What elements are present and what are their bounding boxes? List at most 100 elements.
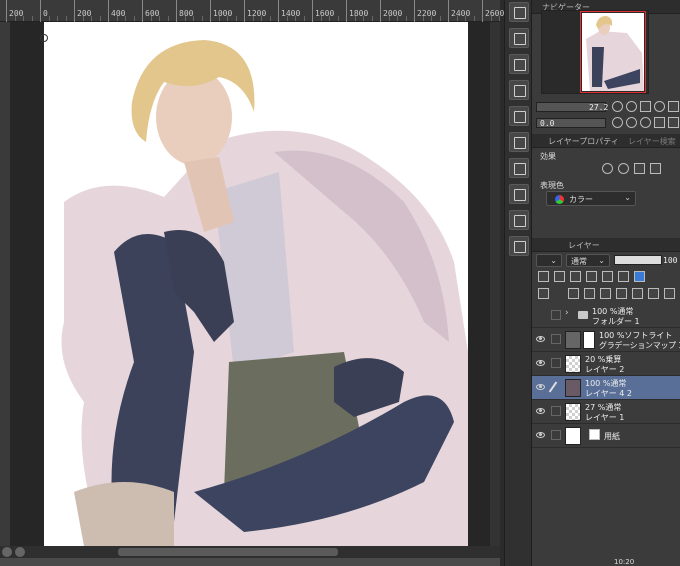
lock-cell[interactable]	[551, 310, 561, 320]
horizontal-scroll-thumb[interactable]	[118, 548, 338, 556]
layer-name: 用紙	[604, 432, 620, 441]
zoom-in-icon[interactable]	[626, 101, 637, 112]
transform-icon[interactable]	[509, 132, 529, 152]
create-mask-icon[interactable]	[632, 288, 643, 299]
ruler-tick-label: 2600	[485, 9, 505, 18]
rotate-cw-icon[interactable]	[626, 117, 637, 128]
mask-icon[interactable]	[618, 271, 629, 282]
layer-name: レイヤー 1	[585, 413, 625, 422]
material-icon[interactable]	[509, 236, 529, 256]
folder-icon	[578, 311, 588, 319]
chevron-right-icon[interactable]: ›	[565, 308, 569, 318]
clip-icon[interactable]	[538, 271, 549, 282]
save-icon[interactable]	[509, 80, 529, 100]
export-icon[interactable]	[509, 106, 529, 126]
new-vector-icon[interactable]	[584, 288, 595, 299]
new-raster-icon[interactable]	[568, 288, 579, 299]
reset-rotate-icon[interactable]	[640, 117, 651, 128]
actual-size-icon[interactable]	[654, 101, 665, 112]
lock-cell[interactable]	[551, 334, 561, 344]
lock-cell[interactable]	[551, 406, 561, 416]
layer-name: グラデーションマップ 1	[599, 341, 680, 350]
layer-panel-icon[interactable]	[538, 288, 549, 299]
navigator-preview[interactable]	[541, 10, 649, 94]
canvas-workspace[interactable]	[10, 22, 500, 546]
rotate-value: 0.0	[540, 119, 555, 128]
fit-icon[interactable]	[640, 101, 651, 112]
ruler-minor-tick	[133, 16, 135, 21]
ruler-tick: 1400	[278, 0, 300, 22]
snapshot-icon[interactable]	[509, 28, 529, 48]
flip-v-icon[interactable]	[668, 117, 679, 128]
effect-tone-icon[interactable]	[618, 163, 629, 174]
layer-property-tab[interactable]: レイヤープロパティ	[548, 136, 619, 147]
reset-rotation-icon[interactable]	[15, 547, 25, 557]
layer-row[interactable]: 100 %ソフトライト グラデーションマップ 1	[532, 328, 680, 352]
reference-icon[interactable]	[554, 271, 565, 282]
lock-transparency-icon[interactable]	[602, 271, 613, 282]
opacity-slider[interactable]	[614, 255, 662, 265]
layer-row[interactable]: 用紙	[532, 424, 680, 448]
edit-icon[interactable]	[509, 184, 529, 204]
fit-width-icon[interactable]	[668, 101, 679, 112]
expression-color-select[interactable]: カラー ⌄	[546, 191, 636, 206]
ruler-tick: 2200	[414, 0, 436, 22]
horizontal-ruler: 200 0 200 400 600 800 1000 1200 1400 1600 1800 2000…	[0, 0, 509, 22]
effect-border-icon[interactable]	[602, 163, 613, 174]
eye-icon[interactable]	[536, 336, 545, 342]
folder-icon[interactable]	[509, 158, 529, 178]
navigator-view-frame[interactable]	[580, 11, 646, 93]
vertical-scrollbar[interactable]	[490, 22, 500, 546]
ruler-minor-tick	[125, 16, 126, 21]
canvas-paper[interactable]	[44, 22, 468, 546]
lock-cell[interactable]	[551, 358, 561, 368]
ruler-tick: 1200	[244, 0, 266, 22]
canvas-region: 200 0 200 400 600 800 1000 1200 1400 1600 1800 2000…	[0, 0, 509, 566]
lock-cell[interactable]	[551, 430, 561, 440]
layer-search-tab[interactable]: レイヤー検索	[628, 136, 676, 147]
clear-icon[interactable]	[509, 54, 529, 74]
delete-layer-icon[interactable]	[664, 288, 675, 299]
camera-icon[interactable]	[509, 2, 529, 22]
layer-lock-row	[532, 270, 680, 284]
zoom-out-icon[interactable]	[612, 101, 623, 112]
gradient-map-icon	[565, 331, 581, 349]
merge-down-icon[interactable]	[616, 288, 627, 299]
layer-row[interactable]: 27 %通常 レイヤー 1	[532, 400, 680, 424]
layer-mask-thumbnail	[583, 331, 595, 349]
ruler-minor-tick	[227, 16, 228, 21]
effect-threshold-icon[interactable]	[650, 163, 661, 174]
ruler-minor-tick	[99, 16, 101, 21]
ruler-minor-tick	[337, 16, 339, 21]
layer-row-selected[interactable]: 100 %通常 レイヤー 4 2	[532, 376, 680, 400]
ruler-tick: 2600	[482, 0, 504, 22]
layer-tab[interactable]: レイヤー	[568, 240, 600, 251]
rotate-left-icon[interactable]	[2, 547, 12, 557]
lock-icon[interactable]	[586, 271, 597, 282]
draft-icon[interactable]	[570, 271, 581, 282]
eye-icon[interactable]	[536, 384, 545, 390]
eye-icon[interactable]	[536, 360, 545, 366]
blend-mode-select[interactable]: 通常 ⌄	[566, 254, 610, 267]
apply-mask-icon[interactable]	[648, 288, 659, 299]
ruler-minor-tick	[490, 16, 492, 21]
layer-row[interactable]: › 100 %通常 フォルダー 1	[532, 304, 680, 328]
ruler-minor-tick	[261, 16, 262, 21]
layer-row[interactable]: 20 %乗算 レイヤー 2	[532, 352, 680, 376]
new-folder-icon[interactable]	[600, 288, 611, 299]
ruler-tick: 600	[142, 0, 159, 22]
flip-h-icon[interactable]	[654, 117, 665, 128]
ruler-minor-tick	[57, 16, 58, 21]
palette-color-icon[interactable]	[634, 271, 645, 282]
ruler-minor-tick	[465, 16, 466, 21]
paper-icon	[589, 429, 600, 440]
ruler-tick: 0	[40, 0, 48, 22]
horizontal-scrollbar[interactable]	[0, 546, 500, 558]
layer-color-select[interactable]: ⌄	[536, 254, 562, 267]
effect-layer-color-icon[interactable]	[634, 163, 645, 174]
eye-icon[interactable]	[536, 432, 545, 438]
ruler-tick-label: 2000	[383, 9, 403, 18]
eye-icon[interactable]	[536, 408, 545, 414]
rotate-ccw-icon[interactable]	[612, 117, 623, 128]
camera-capture-icon[interactable]	[509, 210, 529, 230]
